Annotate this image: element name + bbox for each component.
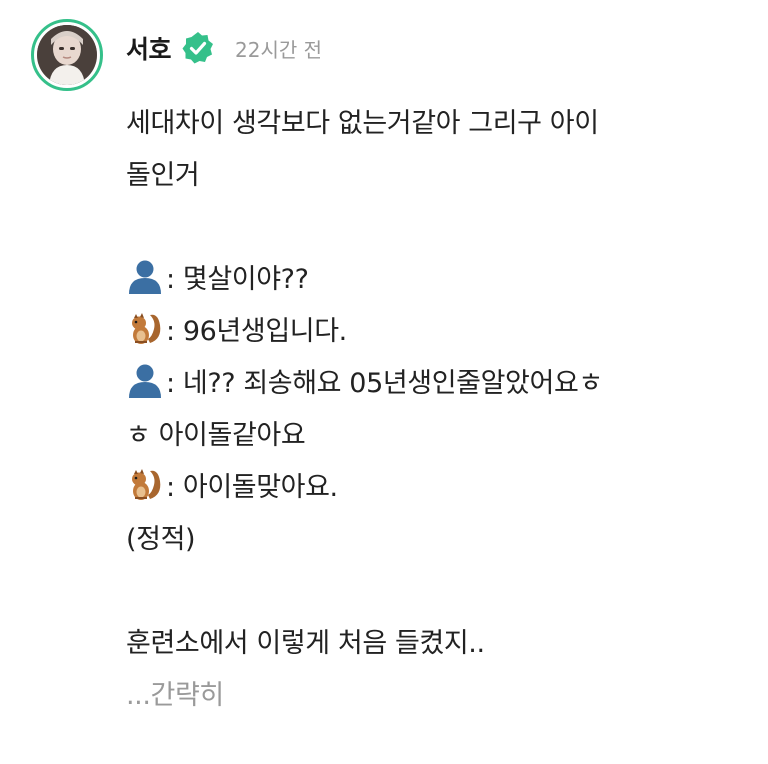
dialogue-line-idol: : 96년생입니다. [126, 306, 746, 358]
post-line: (정적) [126, 524, 196, 555]
author-name[interactable]: 서호 [126, 30, 172, 66]
avatar-image [37, 25, 97, 85]
post-line-empty [126, 202, 746, 254]
person-icon [126, 257, 164, 295]
dialogue-text: : 아이돌맞아요. [166, 472, 338, 503]
post-line: 세대차이 생각보다 없는거같아 그리구 아이 [126, 108, 599, 139]
dialogue-line-idol: : 아이돌맞아요. [126, 462, 746, 514]
post-card: 서호 22시간 전 세대차이 생각보다 없는거같아 그리구 아이 돌인거 : 몇… [0, 0, 768, 764]
avatar[interactable] [31, 19, 103, 91]
dialogue-text: : 몇살이야?? [166, 264, 309, 295]
dialogue-text: : 96년생입니다. [166, 316, 347, 347]
collapse-button[interactable]: ...간략히 [126, 670, 746, 722]
post-timestamp: 22시간 전 [235, 37, 323, 62]
squirrel-icon [126, 309, 164, 347]
post-line: 훈련소에서 이렇게 처음 들켰지.. [126, 628, 485, 659]
post-line: ㅎ 아이돌같아요 [126, 420, 306, 451]
dialogue-text: : 네?? 죄송해요 05년생인줄알았어요ㅎ [166, 368, 603, 399]
person-icon [126, 361, 164, 399]
squirrel-icon [126, 465, 164, 503]
dialogue-line-fan: : 몇살이야?? [126, 254, 746, 306]
post-line-empty [126, 566, 746, 618]
post-body: 세대차이 생각보다 없는거같아 그리구 아이 돌인거 : 몇살이야??: 96… [126, 98, 746, 722]
dialogue-line-fan: : 네?? 죄송해요 05년생인줄알았어요ㅎ [126, 358, 746, 410]
verified-check-icon [181, 31, 215, 65]
post-header: 서호 22시간 전 [126, 28, 322, 68]
avatar-photo-icon [37, 25, 97, 85]
post-line: 돌인거 [126, 160, 200, 191]
